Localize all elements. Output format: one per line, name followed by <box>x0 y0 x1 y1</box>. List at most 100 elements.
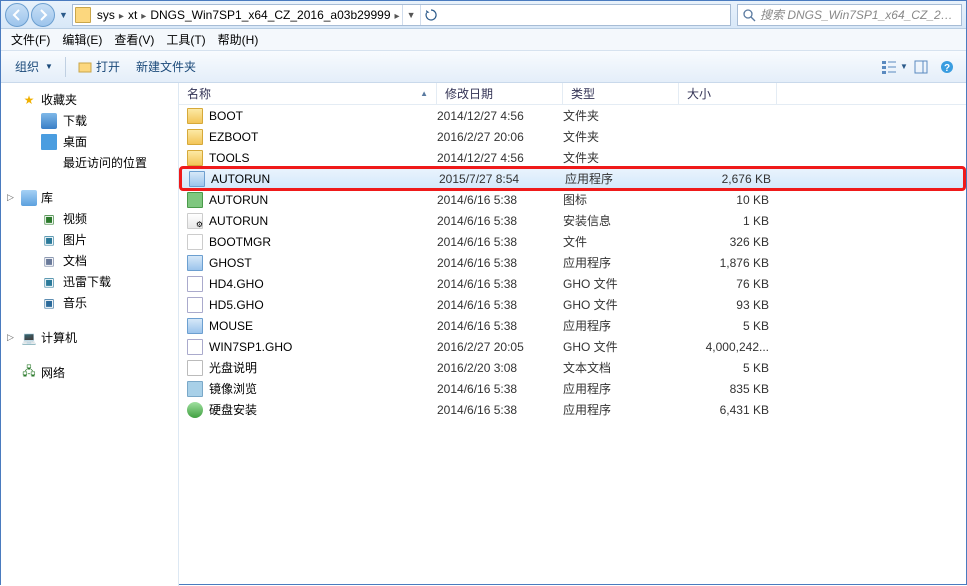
file-icon <box>187 255 203 271</box>
file-icon <box>187 381 203 397</box>
organize-button[interactable]: 组织 ▼ <box>7 55 61 78</box>
file-date: 2015/7/27 8:54 <box>439 172 565 186</box>
file-date: 2014/6/16 5:38 <box>437 382 563 396</box>
item-label: 图片 <box>63 231 87 248</box>
file-name: 光盘说明 <box>209 359 257 376</box>
item-icon: ▣ <box>41 211 57 227</box>
file-date: 2014/12/27 4:56 <box>437 151 563 165</box>
item-label: 视频 <box>63 210 87 227</box>
sidebar-computer: ▷ 💻 计算机 <box>1 327 178 348</box>
breadcrumb-segment[interactable]: xt <box>126 8 139 22</box>
new-folder-button[interactable]: 新建文件夹 <box>128 55 204 78</box>
table-row[interactable]: GHOST 2014/6/16 5:38 应用程序 1,876 KB <box>179 252 966 273</box>
column-date[interactable]: 修改日期 <box>437 83 563 104</box>
breadcrumb: sys▸xt▸DNGS_Win7SP1_x64_CZ_2016_a03b2999… <box>95 8 402 22</box>
column-type[interactable]: 类型 <box>563 83 679 104</box>
sidebar-item[interactable]: ▣图片 <box>1 229 178 250</box>
item-icon <box>41 113 57 129</box>
sidebar-computer-header[interactable]: ▷ 💻 计算机 <box>1 327 178 348</box>
sidebar-item[interactable]: ▣音乐 <box>1 292 178 313</box>
table-row[interactable]: AUTORUN 2014/6/16 5:38 图标 10 KB <box>179 189 966 210</box>
history-dropdown[interactable]: ▼ <box>59 10 68 20</box>
file-date: 2014/6/16 5:38 <box>437 319 563 333</box>
sidebar-item[interactable]: 下载 <box>1 110 178 131</box>
menu-help[interactable]: 帮助(H) <box>212 29 265 50</box>
table-row[interactable]: EZBOOT 2016/2/27 20:06 文件夹 <box>179 126 966 147</box>
table-row[interactable]: 镜像浏览 2014/6/16 5:38 应用程序 835 KB <box>179 378 966 399</box>
address-bar[interactable]: sys▸xt▸DNGS_Win7SP1_x64_CZ_2016_a03b2999… <box>72 4 731 26</box>
sidebar: ★ 收藏夹 下载桌面最近访问的位置 ▷ 库 ▣视频▣图片▣文档▣迅雷下载▣音乐 … <box>1 83 179 586</box>
item-label: 桌面 <box>63 133 87 150</box>
forward-button[interactable] <box>31 3 55 27</box>
sidebar-libraries-header[interactable]: ▷ 库 <box>1 187 178 208</box>
expand-icon: ▷ <box>7 332 14 343</box>
breadcrumb-segment[interactable]: sys <box>95 8 117 22</box>
file-icon <box>187 108 203 124</box>
separator <box>65 57 66 77</box>
chevron-down-icon: ▼ <box>900 62 908 71</box>
sidebar-item[interactable]: ▣ 视频 <box>1 208 178 229</box>
table-row[interactable]: AUTORUN 2014/6/16 5:38 安装信息 1 KB <box>179 210 966 231</box>
table-row[interactable]: 光盘说明 2016/2/20 3:08 文本文档 5 KB <box>179 357 966 378</box>
table-row[interactable]: TOOLS 2014/12/27 4:56 文件夹 <box>179 147 966 168</box>
file-date: 2014/6/16 5:38 <box>437 298 563 312</box>
table-row[interactable]: 硬盘安装 2014/6/16 5:38 应用程序 6,431 KB <box>179 399 966 420</box>
arrow-right-icon <box>37 9 49 21</box>
table-row[interactable]: HD5.GHO 2014/6/16 5:38 GHO 文件 93 KB <box>179 294 966 315</box>
computer-icon: 💻 <box>21 330 37 346</box>
chevron-right-icon[interactable]: ▸ <box>139 11 148 22</box>
file-size: 10 KB <box>679 193 769 207</box>
table-row[interactable]: MOUSE 2014/6/16 5:38 应用程序 5 KB <box>179 315 966 336</box>
open-button[interactable]: 打开 <box>70 55 128 78</box>
file-icon <box>187 402 203 418</box>
breadcrumb-segment[interactable]: DNGS_Win7SP1_x64_CZ_2016_a03b29999 <box>148 8 392 22</box>
sidebar-item[interactable]: ▣迅雷下载 <box>1 271 178 292</box>
libraries-label: 库 <box>41 189 53 206</box>
chevron-right-icon[interactable]: ▸ <box>393 11 402 22</box>
table-row[interactable]: AUTORUN 2015/7/27 8:54 应用程序 2,676 KB <box>181 168 964 189</box>
sidebar-item[interactable]: 桌面 <box>1 131 178 152</box>
search-box[interactable]: 搜索 DNGS_Win7SP1_x64_CZ_2016... <box>737 4 962 26</box>
file-icon <box>187 129 203 145</box>
favorites-label: 收藏夹 <box>41 91 77 108</box>
file-type: 文件 <box>563 233 679 250</box>
menu-view[interactable]: 查看(V) <box>108 29 160 50</box>
refresh-button[interactable] <box>420 5 442 25</box>
menu-file[interactable]: 文件(F) <box>5 29 56 50</box>
file-icon <box>187 339 203 355</box>
search-placeholder: 搜索 DNGS_Win7SP1_x64_CZ_2016... <box>760 6 957 23</box>
file-size: 76 KB <box>679 277 769 291</box>
help-button[interactable]: ? <box>934 55 960 79</box>
file-name: TOOLS <box>209 151 249 165</box>
file-date: 2016/2/20 3:08 <box>437 361 563 375</box>
preview-pane-button[interactable] <box>908 55 934 79</box>
item-icon <box>41 155 57 171</box>
file-type: GHO 文件 <box>563 296 679 313</box>
sidebar-favorites-header[interactable]: ★ 收藏夹 <box>1 89 178 110</box>
table-row[interactable]: HD4.GHO 2014/6/16 5:38 GHO 文件 76 KB <box>179 273 966 294</box>
file-icon <box>187 150 203 166</box>
chevron-right-icon[interactable]: ▸ <box>117 11 126 22</box>
file-size: 326 KB <box>679 235 769 249</box>
file-size: 835 KB <box>679 382 769 396</box>
file-date: 2014/6/16 5:38 <box>437 403 563 417</box>
table-row[interactable]: BOOTMGR 2014/6/16 5:38 文件 326 KB <box>179 231 966 252</box>
table-row[interactable]: BOOT 2014/12/27 4:56 文件夹 <box>179 105 966 126</box>
back-button[interactable] <box>5 3 29 27</box>
view-mode-button[interactable]: ▼ <box>882 55 908 79</box>
file-name: 硬盘安装 <box>209 401 257 418</box>
column-size[interactable]: 大小 <box>679 83 777 104</box>
menu-tools[interactable]: 工具(T) <box>160 29 211 50</box>
sidebar-libraries: ▷ 库 ▣ 视频 ▣图片▣文档▣迅雷下载▣音乐 <box>1 187 178 313</box>
toolbar: 组织 ▼ 打开 新建文件夹 ▼ ? <box>1 51 966 83</box>
sidebar-network-header[interactable]: 🖧 网络 <box>1 362 178 383</box>
menu-edit[interactable]: 编辑(E) <box>56 29 108 50</box>
table-row[interactable]: WIN7SP1.GHO 2016/2/27 20:05 GHO 文件 4,000… <box>179 336 966 357</box>
address-dropdown[interactable]: ▼ <box>402 5 420 25</box>
expand-icon: ▷ <box>7 192 14 203</box>
sidebar-item[interactable]: 最近访问的位置 <box>1 152 178 173</box>
sidebar-item[interactable]: ▣文档 <box>1 250 178 271</box>
file-rows: BOOT 2014/12/27 4:56 文件夹 EZBOOT 2016/2/2… <box>179 105 966 420</box>
column-name[interactable]: 名称 ▲ <box>179 83 437 104</box>
svg-text:?: ? <box>944 63 950 74</box>
